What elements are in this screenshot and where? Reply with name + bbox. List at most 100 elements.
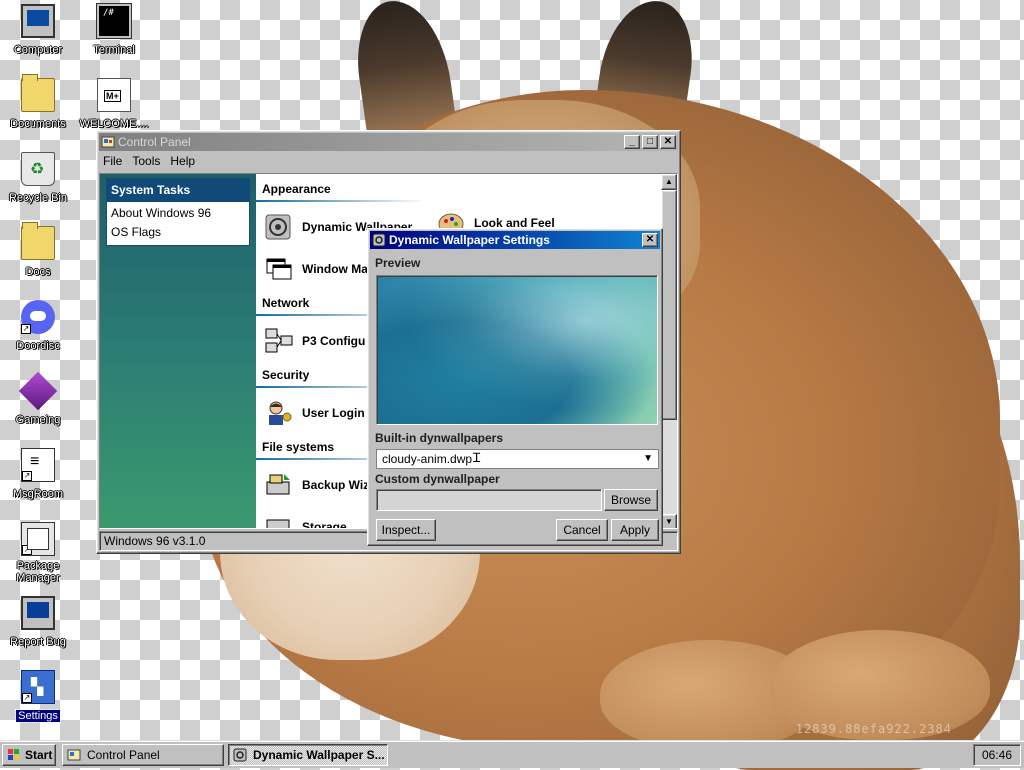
menu-help[interactable]: Help	[170, 154, 195, 168]
control-panel-titlebar[interactable]: Control Panel _ □ ✕	[99, 133, 678, 151]
wallpaper-swirl-icon	[372, 233, 386, 247]
scroll-up-arrow-icon[interactable]: ▲	[661, 174, 677, 190]
dynamic-wallpaper-dialog: Dynamic Wallpaper Settings ✕ Preview Bui…	[367, 228, 663, 546]
task-os-flags[interactable]: OS Flags	[107, 222, 249, 245]
applet-window-manager[interactable]: Window Ma	[264, 254, 368, 284]
builtin-dynwallpaper-select[interactable]: cloudy-anim.dwp Ɪ ▼	[376, 449, 659, 469]
computer-icon	[21, 4, 55, 38]
desktop-icon-report-bug[interactable]: Report Bug	[0, 596, 76, 648]
desktop-icon-label: Recycle Bin	[8, 192, 68, 204]
applet-p3-configuration[interactable]: P3 Configu	[264, 326, 365, 356]
desktop-icon-label: Documents	[10, 118, 66, 130]
desktop-icon-label: Settings	[15, 709, 61, 723]
desktop-icon-label: Package Manager	[16, 560, 60, 584]
preview-label: Preview	[375, 256, 421, 270]
menu-file[interactable]: File	[103, 154, 122, 168]
package-icon: ↗	[21, 522, 55, 556]
desktop-icon-docs[interactable]: Docs	[0, 222, 76, 278]
control-panel-scrollbar[interactable]: ▲ ▼	[661, 174, 677, 528]
network-computers-icon	[264, 326, 294, 356]
taskbar-item-control-panel[interactable]: Control Panel	[62, 744, 224, 766]
folder-icon	[21, 74, 55, 112]
apply-button[interactable]: Apply	[611, 519, 659, 541]
inspect-button[interactable]: Inspect...	[376, 519, 436, 541]
menu-tools[interactable]: Tools	[132, 154, 160, 168]
scroll-down-arrow-icon[interactable]: ▼	[661, 514, 677, 528]
taskbar-item-dynamic-wallpaper[interactable]: Dynamic Wallpaper S...	[228, 744, 388, 766]
markdown-file-icon	[97, 78, 131, 112]
desktop-icon-doordisc[interactable]: ↗ Doordisc	[0, 300, 76, 352]
wallpaper-swirl-icon	[233, 748, 247, 762]
task-about-windows[interactable]: About Windows 96	[107, 203, 249, 222]
system-tasks-heading: System Tasks	[107, 179, 249, 203]
text-cursor-icon: Ɪ	[473, 450, 481, 465]
shortcut-arrow-icon: ↗	[22, 693, 32, 703]
wallpaper-preview	[376, 275, 658, 425]
desktop-icon-documents[interactable]: Documents	[0, 74, 76, 130]
system-clock[interactable]: 06:46	[973, 744, 1021, 766]
start-label: Start	[25, 748, 53, 762]
applet-label: Storage	[302, 520, 347, 529]
desktop-icon-computer[interactable]: Computer	[0, 4, 76, 56]
browse-button[interactable]: Browse	[604, 489, 658, 511]
desktop-icon-gameing[interactable]: Gameing	[0, 371, 76, 426]
dynamic-wallpaper-title: Dynamic Wallpaper Settings	[389, 233, 550, 247]
desktop-icon-label: Gameing	[15, 414, 61, 426]
wallpaper-cat-paw-left	[600, 640, 820, 750]
custom-dynwallpaper-field[interactable]	[376, 489, 602, 511]
start-button[interactable]: Start	[2, 744, 56, 766]
system-tasks-panel: System Tasks About Windows 96 OS Flags	[106, 178, 250, 246]
maximize-button[interactable]: □	[642, 135, 658, 149]
settings-icon: ↗	[21, 670, 55, 704]
bug-report-icon	[21, 596, 55, 630]
desktop-icon-label: Report Bug	[10, 636, 66, 648]
taskbar-item-label: Dynamic Wallpaper S...	[253, 748, 385, 762]
game-cube-icon	[18, 371, 58, 411]
storage-drive-icon	[264, 512, 294, 528]
wallpaper-cat-back	[640, 250, 1020, 770]
desktop-icon-terminal[interactable]: Terminal	[76, 4, 152, 56]
desktop-icon-msgroom[interactable]: ↗ MsgRoom	[0, 448, 76, 500]
cancel-button[interactable]: Cancel	[556, 519, 608, 541]
applet-label: Backup Wiz	[302, 478, 370, 492]
windows-logo-icon	[7, 748, 21, 762]
terminal-icon	[97, 4, 131, 38]
desktop-icon-recycle-bin[interactable]: Recycle Bin	[0, 152, 76, 204]
desktop-icon-welcome[interactable]: WELCOME....	[76, 78, 152, 130]
control-panel-sidebar: System Tasks About Windows 96 OS Flags	[100, 174, 256, 528]
menu-bar: File Tools Help	[99, 151, 678, 171]
chat-icon: ↗	[21, 448, 55, 482]
builtin-dynwallpapers-label: Built-in dynwallpapers	[375, 431, 504, 445]
recycle-bin-icon	[21, 152, 55, 186]
close-button[interactable]: ✕	[642, 233, 658, 247]
minimize-button[interactable]: _	[624, 135, 640, 149]
applet-backup-wizard[interactable]: Backup Wiz	[264, 470, 369, 500]
backup-drive-icon	[264, 470, 294, 500]
shortcut-arrow-icon: ↗	[22, 545, 32, 555]
control-panel-icon	[67, 748, 81, 762]
applet-storage[interactable]: Storage	[264, 512, 347, 529]
desktop-icon-package-manager[interactable]: ↗ Package Manager	[0, 522, 76, 584]
taskbar-item-label: Control Panel	[87, 748, 160, 762]
taskbar: Start Control Panel Dynamic Wallpaper S.…	[0, 740, 1024, 768]
desktop-icon-label: MsgRoom	[12, 488, 64, 500]
shortcut-arrow-icon: ↗	[22, 471, 32, 481]
desktop-icon-label: Doordisc	[16, 340, 60, 352]
user-key-icon	[264, 398, 294, 428]
desktop-icon-settings[interactable]: ↗ Settings	[0, 670, 76, 723]
section-file-systems: File systems	[262, 440, 335, 454]
applet-label: User Login	[302, 406, 365, 420]
select-value: cloudy-anim.dwp	[382, 452, 473, 466]
dynamic-wallpaper-titlebar[interactable]: Dynamic Wallpaper Settings ✕	[370, 231, 660, 249]
chevron-down-icon[interactable]: ▼	[643, 450, 653, 468]
folder-icon	[21, 222, 55, 260]
applet-user-login[interactable]: User Login	[264, 398, 365, 428]
scroll-thumb[interactable]	[661, 190, 677, 420]
close-button[interactable]: ✕	[660, 135, 676, 149]
desktop-icon-label: Docs	[25, 266, 51, 278]
custom-dynwallpaper-label: Custom dynwallpaper	[375, 472, 500, 486]
control-panel-icon	[101, 135, 115, 149]
shortcut-arrow-icon: ↗	[21, 324, 31, 334]
windows-stack-icon	[264, 254, 294, 284]
section-divider	[256, 200, 426, 202]
